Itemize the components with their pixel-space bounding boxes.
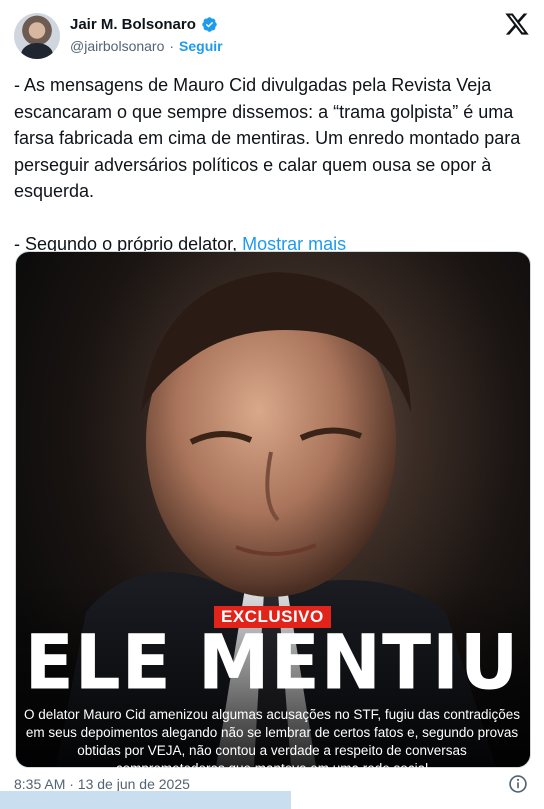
avatar-shoulders bbox=[21, 43, 53, 59]
author-name[interactable]: Jair M. Bolsonaro bbox=[70, 16, 196, 33]
verified-badge-icon bbox=[202, 17, 217, 32]
media-caption: O delator Mauro Cid amenizou algumas acu… bbox=[24, 707, 521, 776]
avatar[interactable] bbox=[14, 13, 60, 59]
tweet-header: Jair M. Bolsonaro @jairbolsonaro · Segui… bbox=[0, 0, 544, 70]
author-name-row: Jair M. Bolsonaro bbox=[70, 16, 218, 33]
handle-row: @jairbolsonaro · Seguir bbox=[70, 38, 223, 54]
bottom-bar bbox=[0, 791, 291, 809]
separator-dot: · bbox=[169, 38, 175, 54]
tweet-text: - As mensagens de Mauro Cid divulgadas p… bbox=[14, 72, 530, 258]
tweet-timestamp[interactable]: 8:35 AM · 13 de jun de 2025 bbox=[14, 776, 190, 792]
author-handle[interactable]: @jairbolsonaro bbox=[70, 38, 164, 54]
media-headline: ELE MENTIU bbox=[24, 617, 520, 707]
tweet-body: - As mensagens de Mauro Cid divulgadas p… bbox=[14, 75, 521, 254]
info-icon[interactable] bbox=[508, 774, 528, 794]
x-logo-icon[interactable] bbox=[504, 11, 530, 37]
follow-button[interactable]: Seguir bbox=[179, 38, 223, 54]
